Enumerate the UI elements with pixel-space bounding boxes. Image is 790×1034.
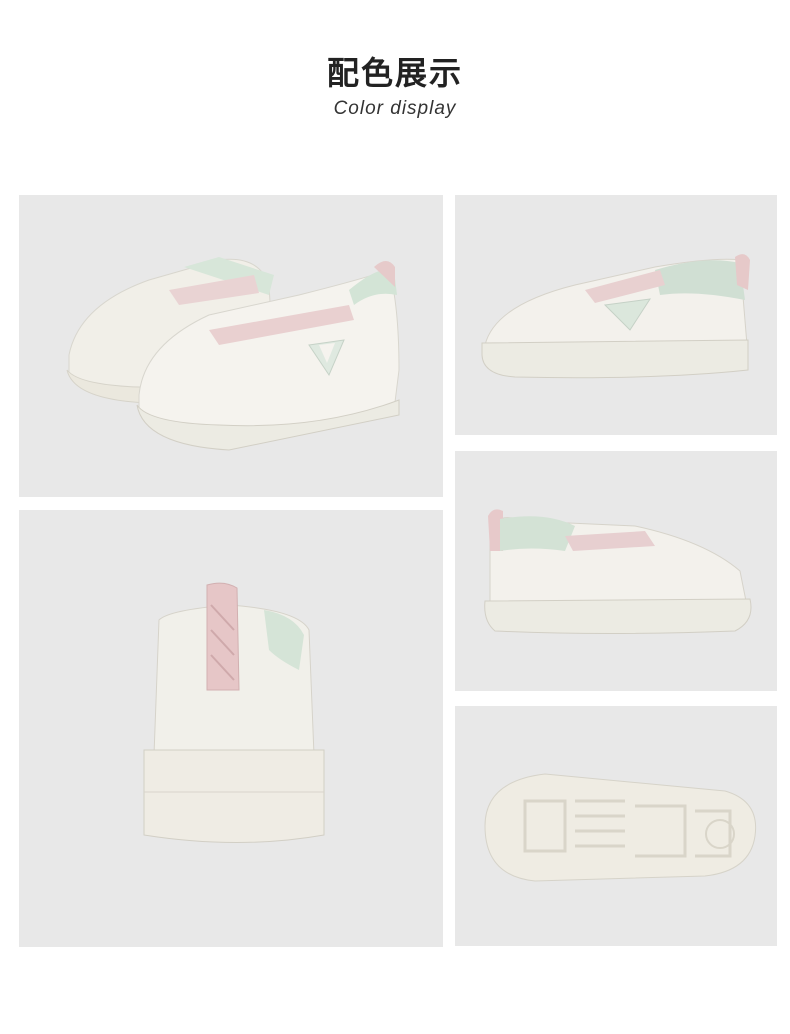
photo-outsole <box>455 706 777 946</box>
page-subtitle: Color display <box>333 98 457 119</box>
photo-side-view-left <box>455 451 777 691</box>
page-title: 配色展示 <box>326 54 463 92</box>
photo-side-view-right <box>455 195 777 435</box>
photo-pair-three-quarter <box>19 195 443 497</box>
photo-heel-back-view <box>19 510 443 947</box>
